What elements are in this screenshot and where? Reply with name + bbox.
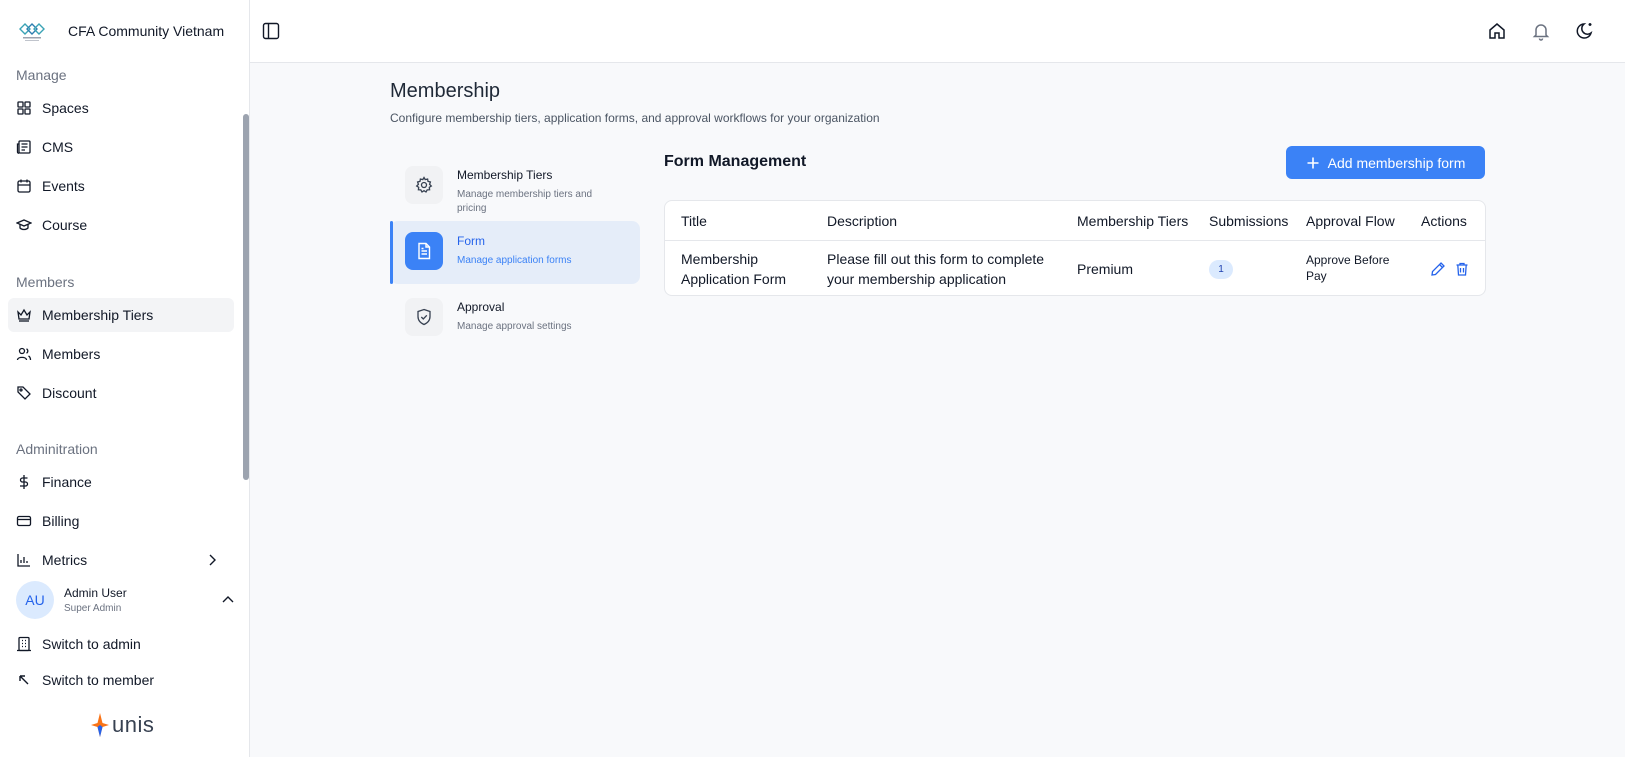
- forms-table: Title Description Membership Tiers Submi…: [664, 200, 1486, 296]
- sidebar-item-label: Membership Tiers: [42, 307, 154, 323]
- discount-tag-icon: [17, 386, 31, 400]
- sidebar-item-spaces[interactable]: Spaces: [8, 91, 234, 125]
- subnav-form[interactable]: Form Manage application forms: [390, 221, 640, 284]
- sidebar-item-discount[interactable]: Discount: [8, 376, 234, 410]
- sidebar-item-billing[interactable]: Billing: [8, 504, 234, 538]
- subnav-membership-tiers[interactable]: Membership Tiers Manage membership tiers…: [390, 155, 640, 218]
- delete-trash-icon[interactable]: [1454, 261, 1470, 277]
- plus-icon: [1307, 157, 1319, 168]
- gear-icon: [415, 176, 433, 193]
- subnav-title: Approval: [457, 300, 505, 314]
- submissions-badge: 1: [1209, 260, 1233, 279]
- users-icon: [16, 347, 32, 361]
- column-header-submissions[interactable]: Submissions: [1209, 213, 1288, 229]
- column-header-membership-tiers[interactable]: Membership Tiers: [1077, 213, 1188, 229]
- arrow-up-left-icon: [19, 675, 29, 685]
- subnav-title: Form: [457, 234, 485, 248]
- sidebar-scrollbar[interactable]: [243, 114, 249, 480]
- newspaper-icon: [16, 140, 31, 154]
- settings-icon-box: [405, 166, 443, 204]
- brand-name: CFA Community Vietnam: [68, 23, 225, 39]
- table-header-divider: [665, 240, 1485, 241]
- column-header-title[interactable]: Title: [681, 213, 707, 229]
- subnav-title: Membership Tiers: [457, 168, 553, 182]
- sidebar-item-label: Course: [42, 217, 88, 233]
- cell-description: Please fill out this form to complete yo…: [827, 251, 1045, 287]
- dollar-icon: [19, 475, 29, 489]
- add-membership-form-button[interactable]: Add membership form: [1286, 146, 1485, 179]
- unis-logo-text: unis: [112, 712, 155, 737]
- building-icon: [17, 636, 31, 652]
- subnav-desc: Manage application forms: [457, 255, 572, 266]
- form-management-heading: Form Management: [664, 153, 807, 170]
- edit-pencil-icon[interactable]: [1430, 261, 1446, 277]
- chevron-right-icon: [209, 554, 216, 566]
- sidebar-item-label: Finance: [42, 474, 92, 490]
- user-role: Super Admin: [64, 603, 122, 614]
- switch-to-admin-label: Switch to admin: [42, 636, 141, 652]
- sidebar-item-cms[interactable]: CMS: [8, 130, 234, 164]
- approval-icon-box: [405, 298, 443, 336]
- sidebar-item-metrics[interactable]: Metrics: [8, 543, 234, 577]
- document-icon: [418, 242, 431, 260]
- graduation-cap-icon: [16, 219, 32, 231]
- sidebar-item-finance[interactable]: Finance: [8, 465, 234, 499]
- sidebar-toggle-icon[interactable]: [262, 22, 280, 40]
- sidebar-item-membership-tiers[interactable]: Membership Tiers: [8, 298, 234, 332]
- sidebar-item-label: Members: [42, 346, 101, 362]
- page-subtitle: Configure membership tiers, application …: [390, 111, 880, 125]
- chevron-up-icon: [222, 596, 234, 603]
- column-header-description[interactable]: Description: [827, 213, 897, 229]
- sidebar-item-members[interactable]: Members: [8, 337, 234, 371]
- form-icon-box: [405, 232, 443, 270]
- calendar-icon: [17, 179, 31, 193]
- column-header-actions: Actions: [1421, 213, 1467, 229]
- subnav-desc: Manage approval settings: [457, 321, 572, 332]
- sidebar: CFA Community Vietnam Manage Spaces CMS …: [0, 0, 250, 757]
- section-label-manage: Manage: [16, 67, 67, 83]
- avatar: AU: [16, 581, 54, 619]
- grid-icon: [17, 101, 31, 115]
- theme-toggle-icon[interactable]: [1575, 21, 1595, 41]
- add-membership-form-label: Add membership form: [1327, 154, 1466, 171]
- sidebar-item-label: Events: [42, 178, 85, 194]
- page-title: Membership: [390, 80, 501, 102]
- shield-check-icon: [417, 308, 431, 326]
- bar-chart-icon: [17, 554, 30, 567]
- column-header-approval-flow[interactable]: Approval Flow: [1306, 213, 1395, 229]
- sidebar-item-label: Discount: [42, 385, 97, 401]
- crown-icon: [17, 308, 31, 322]
- subnav-approval[interactable]: Approval Manage approval settings: [390, 287, 640, 350]
- switch-to-admin-button[interactable]: Switch to admin: [8, 627, 234, 661]
- cell-title: Membership Application Form: [681, 251, 787, 287]
- cell-tier: Premium: [1077, 261, 1134, 277]
- bell-icon[interactable]: [1531, 21, 1551, 41]
- section-label-members: Members: [16, 274, 75, 290]
- sidebar-item-label: Spaces: [42, 100, 89, 116]
- switch-to-member-button[interactable]: Switch to member: [8, 663, 234, 697]
- unis-star-icon: [91, 713, 109, 737]
- brand[interactable]: CFA Community Vietnam: [16, 14, 224, 48]
- cfa-logo-icon: [16, 14, 48, 48]
- cell-approval-flow: Approve Before Pay: [1306, 253, 1390, 283]
- home-icon[interactable]: [1487, 21, 1507, 41]
- credit-card-icon: [16, 515, 32, 527]
- sidebar-item-course[interactable]: Course: [8, 208, 234, 242]
- top-bar: [250, 0, 1625, 63]
- sidebar-item-events[interactable]: Events: [8, 169, 234, 203]
- sidebar-item-label: Metrics: [42, 552, 88, 568]
- subnav-desc: Manage membership tiers and pricing: [457, 189, 593, 214]
- active-indicator: [390, 221, 393, 284]
- unis-logo: unis: [90, 712, 154, 738]
- sidebar-item-label: CMS: [42, 139, 74, 155]
- user-menu[interactable]: AU Admin User Super Admin: [16, 580, 236, 620]
- sidebar-item-label: Billing: [42, 513, 80, 529]
- switch-to-member-label: Switch to member: [42, 672, 155, 688]
- user-name: Admin User: [64, 586, 127, 600]
- section-label-administration: Adminitration: [16, 441, 98, 457]
